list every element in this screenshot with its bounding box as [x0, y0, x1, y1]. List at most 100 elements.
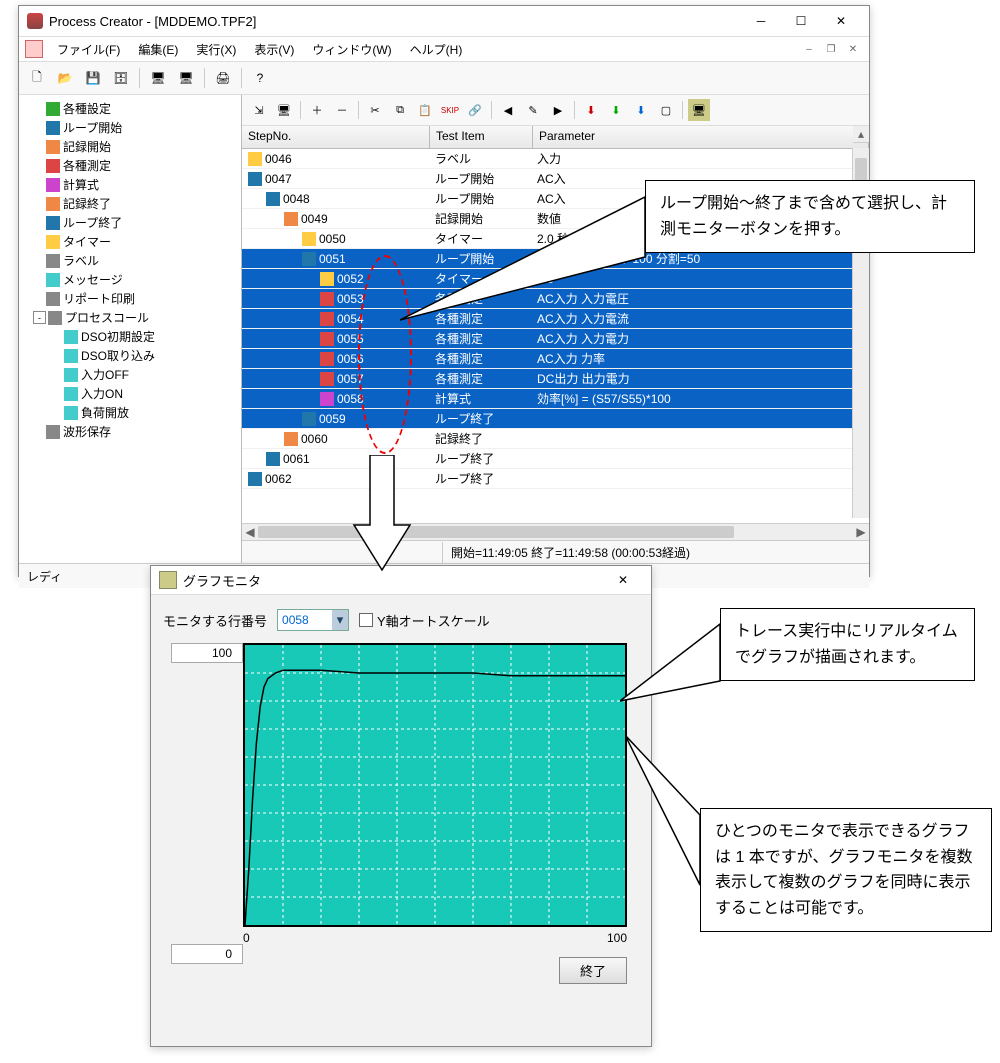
tree-item[interactable]: リポート印刷	[21, 289, 239, 308]
cut-icon[interactable]: ✂	[364, 99, 386, 121]
menu-file[interactable]: ファイル(F)	[49, 39, 128, 60]
down2-icon[interactable]: ⬇	[605, 99, 627, 121]
tree-item[interactable]: 計算式	[21, 175, 239, 194]
grid-row[interactable]: 0061ループ終了	[242, 449, 869, 469]
col-parameter[interactable]: Parameter	[533, 126, 869, 148]
test-item: ループ終了	[429, 449, 531, 468]
tree-item[interactable]: 負荷開放	[21, 403, 239, 422]
link-icon[interactable]: 🔗	[464, 99, 486, 121]
grid-toolbar: ⇲ 🖥 ＋ － ✂ ⧉ 📋 SKIP 🔗 ◀ ✎ ▶ ⬇ ⬇ ⬇ ▢	[242, 95, 869, 126]
saveas-icon[interactable]: 🗄	[109, 66, 133, 90]
tree-item[interactable]: -プロセスコール	[21, 308, 239, 327]
grid-row[interactable]: 0057各種測定DC出力 出力電力	[242, 369, 869, 389]
grid-header: StepNo. Test Item Parameter	[242, 126, 869, 149]
grid-row[interactable]: 0059ループ終了	[242, 409, 869, 429]
open-icon[interactable]: 📂	[53, 66, 77, 90]
mdi-minimize[interactable]: –	[799, 40, 819, 58]
scroll-handle[interactable]	[258, 526, 734, 538]
maximize-button[interactable]: ☐	[781, 8, 821, 34]
monitor-icon[interactable]: 🖥	[273, 99, 295, 121]
help-icon[interactable]: ?	[248, 66, 272, 90]
monitor-controls: モニタする行番号 ▾ Y軸オートスケール	[163, 609, 639, 631]
separator	[241, 68, 242, 88]
test-item: 各種測定	[429, 369, 531, 388]
down1-icon[interactable]: ⬇	[580, 99, 602, 121]
menu-help[interactable]: ヘルプ(H)	[402, 39, 471, 60]
row-icon	[284, 212, 298, 226]
graph-monitor-icon[interactable]: 🖥	[688, 99, 710, 121]
tree-panel[interactable]: 各種設定ループ開始記録開始各種測定計算式記録終了ループ終了タイマーラベルメッセー…	[19, 95, 242, 563]
tree-item[interactable]: メッセージ	[21, 270, 239, 289]
menu-window[interactable]: ウィンドウ(W)	[304, 39, 399, 60]
callout-text: ひとつのモニタで表示できるグラフは 1 本ですが、グラフモニタを複数表示して複数…	[715, 823, 972, 917]
display2-icon[interactable]: 🖥	[174, 66, 198, 90]
scroll-left-icon[interactable]: ◀	[242, 524, 258, 540]
step-number: 0048	[283, 192, 310, 206]
mdi-restore[interactable]: ❐	[821, 40, 841, 58]
row-number-combo[interactable]: ▾	[277, 609, 349, 631]
tree-item-label: 計算式	[63, 176, 99, 193]
menu-edit[interactable]: 編集(E)	[130, 39, 186, 60]
display1-icon[interactable]: 🖥	[146, 66, 170, 90]
mdi-close[interactable]: ✕	[843, 40, 863, 58]
step-number: 0053	[337, 292, 364, 306]
tree-item[interactable]: 各種測定	[21, 156, 239, 175]
tree-item[interactable]: DSO取り込み	[21, 346, 239, 365]
scroll-track[interactable]	[258, 524, 853, 540]
grid-row[interactable]: 0060記録終了	[242, 429, 869, 449]
minimize-button[interactable]: ─	[741, 8, 781, 34]
tree-item-label: タイマー	[63, 233, 111, 250]
down3-icon[interactable]: ⬇	[630, 99, 652, 121]
paste-icon[interactable]: 📋	[414, 99, 436, 121]
tree-item[interactable]: ループ開始	[21, 118, 239, 137]
grid-row[interactable]: 0058計算式効率[%] = (S57/S55)*100	[242, 389, 869, 409]
step-number: 0051	[319, 252, 346, 266]
grid-row[interactable]: 0055各種測定AC入力 入力電力	[242, 329, 869, 349]
monitor-close-button[interactable]: ✕	[603, 567, 643, 593]
scroll-right-icon[interactable]: ▶	[853, 524, 869, 540]
col-testitem[interactable]: Test Item	[430, 126, 533, 148]
tree-item[interactable]: 記録開始	[21, 137, 239, 156]
tree-item[interactable]: 入力OFF	[21, 365, 239, 384]
tree-icon[interactable]: ⇲	[248, 99, 270, 121]
stop-icon[interactable]: ▢	[655, 99, 677, 121]
menu-view[interactable]: 表示(V)	[246, 39, 302, 60]
scroll-up-icon[interactable]: ▴	[853, 126, 869, 143]
tree-expander[interactable]: -	[33, 311, 46, 324]
step-number: 0060	[301, 432, 328, 446]
autoscale-label: Y軸オートスケール	[377, 611, 490, 630]
collapse-icon[interactable]: －	[331, 99, 353, 121]
back-icon[interactable]: ◀	[497, 99, 519, 121]
menubar: ファイル(F) 編集(E) 実行(X) 表示(V) ウィンドウ(W) ヘルプ(H…	[19, 37, 869, 62]
close-button[interactable]: ✕	[821, 8, 861, 34]
skip-icon[interactable]: SKIP	[439, 99, 461, 121]
tree-item[interactable]: 入力ON	[21, 384, 239, 403]
grid-row[interactable]: 0056各種測定AC入力 力率	[242, 349, 869, 369]
tree-item-icon	[46, 102, 60, 116]
menu-run[interactable]: 実行(X)	[188, 39, 244, 60]
tree-item[interactable]: 記録終了	[21, 194, 239, 213]
autoscale-checkbox[interactable]: Y軸オートスケール	[359, 611, 490, 630]
checkbox-box[interactable]	[359, 613, 373, 627]
forward-icon[interactable]: ▶	[547, 99, 569, 121]
monitor-close-btn[interactable]: 終了	[559, 957, 627, 984]
grid-row[interactable]: 0062ループ終了	[242, 469, 869, 489]
col-stepno[interactable]: StepNo.	[242, 126, 430, 148]
tree-item[interactable]: ループ終了	[21, 213, 239, 232]
tree-item[interactable]: ラベル	[21, 251, 239, 270]
grid-row[interactable]: 0046ラベル入力	[242, 149, 869, 169]
tree-item[interactable]: タイマー	[21, 232, 239, 251]
h-scrollbar[interactable]: ◀ ▶	[242, 523, 869, 540]
copy-icon[interactable]: ⧉	[389, 99, 411, 121]
save-icon[interactable]: 💾	[81, 66, 105, 90]
parameter	[531, 438, 869, 440]
print-icon[interactable]: 🖨	[211, 66, 235, 90]
tree-item[interactable]: 各種設定	[21, 99, 239, 118]
dropdown-icon[interactable]: ▾	[332, 610, 348, 630]
expand-icon[interactable]: ＋	[306, 99, 328, 121]
wand-icon[interactable]: ✎	[522, 99, 544, 121]
tree-item[interactable]: 波形保存	[21, 422, 239, 441]
row-number-input[interactable]	[278, 612, 332, 628]
tree-item[interactable]: DSO初期設定	[21, 327, 239, 346]
new-icon[interactable]: 🗋	[25, 66, 49, 90]
